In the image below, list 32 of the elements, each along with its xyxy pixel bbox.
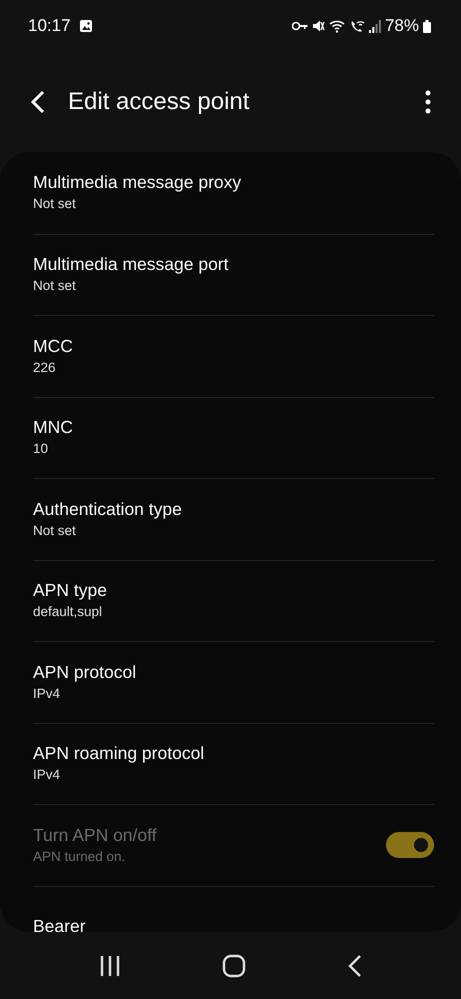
back-button[interactable]	[30, 90, 46, 114]
setting-value: APN turned on.	[33, 848, 126, 866]
mute-icon	[312, 19, 325, 33]
gallery-icon	[78, 19, 93, 33]
setting-value: Not set	[33, 522, 77, 540]
setting-title[interactable]: MCC	[33, 336, 434, 357]
setting-value: 10	[33, 440, 50, 458]
setting-value: IPv4	[33, 766, 62, 784]
setting-title[interactable]: Multimedia message port	[33, 254, 434, 276]
back-nav-button[interactable]	[348, 954, 362, 978]
setting-value: IPv4	[33, 684, 62, 703]
setting-title[interactable]: APN type	[33, 580, 434, 602]
setting-value: default,supl	[33, 603, 104, 622]
more-options-button[interactable]	[425, 90, 431, 114]
setting-title[interactable]: Authentication type	[33, 498, 434, 520]
home-button[interactable]	[222, 954, 246, 978]
recent-apps-button[interactable]	[98, 954, 121, 976]
setting-title[interactable]: APN protocol	[33, 662, 434, 683]
key-icon	[292, 21, 308, 31]
battery-percentage: 78%	[384, 15, 419, 38]
signal-icon	[368, 20, 381, 32]
setting-value: 226	[33, 358, 57, 377]
wifi-icon	[328, 19, 346, 33]
setting-value: Not set	[33, 195, 77, 214]
wifi-calling-icon	[350, 19, 365, 33]
setting-value: Not set	[33, 277, 77, 296]
page-title: Edit access point	[68, 87, 250, 117]
setting-title[interactable]: MNC	[33, 417, 434, 438]
setting-title[interactable]: Multimedia message proxy	[33, 172, 434, 194]
battery-icon	[423, 20, 431, 32]
status-time: 10:17	[28, 15, 71, 38]
setting-title[interactable]: APN roaming protocol	[33, 743, 434, 764]
